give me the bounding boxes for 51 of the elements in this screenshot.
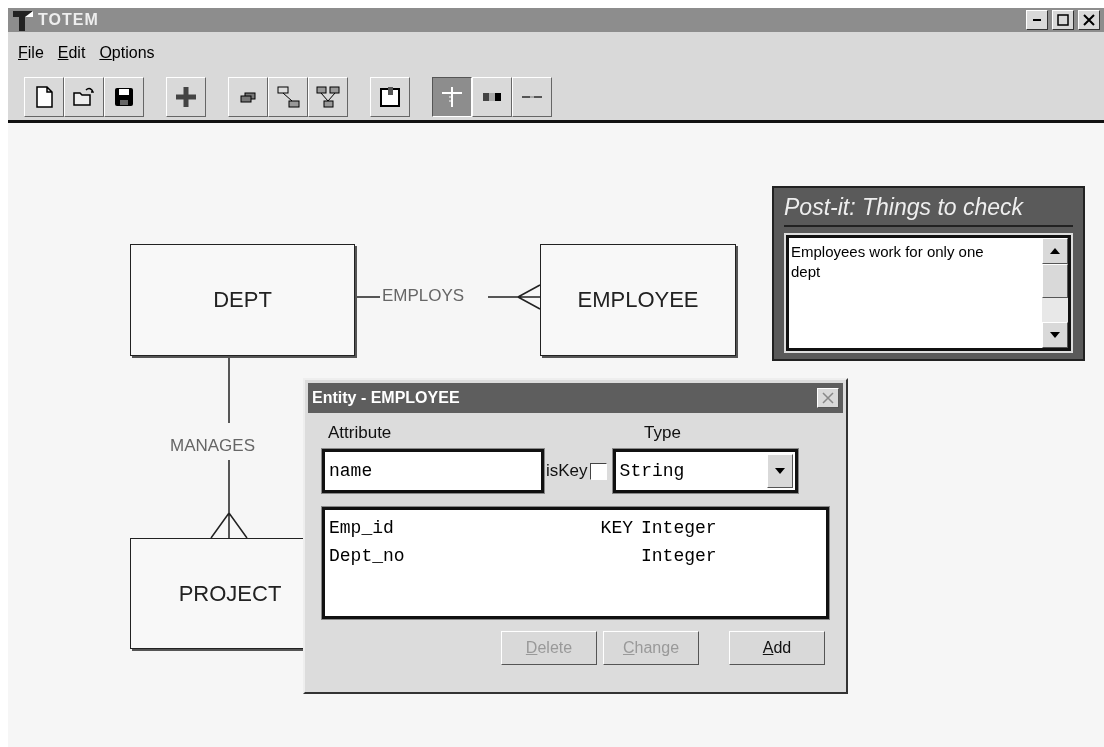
- attribute-label: Attribute: [327, 423, 393, 443]
- maximize-button[interactable]: [1052, 10, 1074, 30]
- close-button[interactable]: [1078, 10, 1100, 30]
- window-title: TOTEM: [38, 11, 100, 29]
- entity-box[interactable]: EMPLOYEE: [540, 244, 736, 356]
- close-icon: [822, 392, 834, 404]
- app-logo-icon: [12, 9, 34, 31]
- dialog-close-button[interactable]: [817, 388, 839, 408]
- postit-title: Post-it: Things to check: [784, 194, 1073, 227]
- close-icon: [1083, 14, 1095, 26]
- key-marker: KEY: [599, 517, 634, 540]
- menu-item[interactable]: Edit: [57, 44, 86, 62]
- toolbar-button[interactable]: [268, 77, 308, 117]
- toolbar-button[interactable]: [104, 77, 144, 117]
- dialog-button[interactable]: Add: [729, 631, 825, 665]
- note-pin-icon: [378, 85, 402, 109]
- type-label: Type: [644, 423, 681, 443]
- attribute-input[interactable]: name: [322, 449, 544, 493]
- dropdown-arrow-icon: [773, 466, 786, 476]
- attribute-name: Dept_no: [329, 545, 406, 568]
- plus-icon: [174, 85, 198, 109]
- attribute-type: Integer: [641, 545, 718, 568]
- attribute-type: Integer: [641, 517, 718, 540]
- type-dropdown[interactable]: String: [612, 449, 798, 493]
- menu-item[interactable]: File: [18, 44, 44, 62]
- toolbar-button[interactable]: [228, 77, 268, 117]
- attribute-name: Emp_id: [329, 517, 395, 540]
- dialog-title: Entity - EMPLOYEE: [312, 389, 460, 407]
- toolbar-button[interactable]: [64, 77, 104, 117]
- open-folder-icon: [72, 85, 96, 109]
- attribute-list[interactable]: Emp_id KEY Integer Dept_no Integer: [322, 507, 829, 619]
- mode-button[interactable]: [432, 77, 472, 117]
- minimize-button[interactable]: [1026, 10, 1048, 30]
- maximize-icon: [1057, 14, 1069, 26]
- minimize-icon: [1033, 19, 1041, 21]
- scroll-down-icon: [1049, 330, 1061, 340]
- scrollbar[interactable]: [1042, 238, 1068, 348]
- entity-box[interactable]: DEPT: [130, 244, 355, 356]
- ruler-cross-icon: [440, 85, 464, 109]
- toolbar-button[interactable]: [166, 77, 206, 117]
- toolbar-button[interactable]: [24, 77, 64, 117]
- hierarchy-boxes-icon: [316, 85, 340, 109]
- toolbar-button[interactable]: [308, 77, 348, 117]
- toolbar-button[interactable]: [370, 77, 410, 117]
- scroll-up-icon: [1049, 246, 1061, 256]
- connected-boxes-icon: [276, 85, 300, 109]
- menu-item[interactable]: Options: [99, 44, 155, 62]
- postit-note[interactable]: Post-it: Things to check Employees work for only one dept: [772, 186, 1085, 361]
- iskey-checkbox[interactable]: [589, 462, 607, 480]
- iskey-label: isKey: [546, 461, 588, 481]
- dash-line-icon: [522, 95, 542, 99]
